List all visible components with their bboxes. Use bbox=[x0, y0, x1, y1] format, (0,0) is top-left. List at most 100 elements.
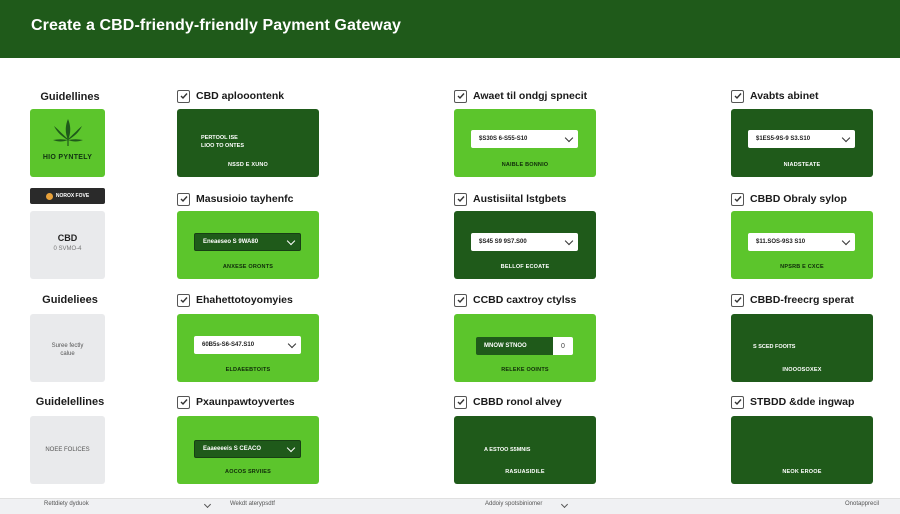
check-icon bbox=[180, 399, 188, 406]
checkbox[interactable] bbox=[177, 89, 190, 103]
chevron-down-icon[interactable] bbox=[560, 500, 569, 509]
check-icon bbox=[180, 196, 188, 203]
checkbox[interactable] bbox=[731, 192, 744, 206]
option-label: CBBD ronol alvey bbox=[473, 396, 562, 408]
option-label: CBBD-freecrg sperat bbox=[750, 294, 854, 306]
check-icon bbox=[457, 196, 465, 203]
card-note: PERTOOL ISE LIOO TO ONTES bbox=[201, 134, 244, 150]
select-value: Eaaeeeeis S CEACO bbox=[203, 446, 262, 452]
check-icon bbox=[734, 399, 742, 406]
chevron-down-icon bbox=[564, 133, 574, 142]
option-row-1-1[interactable]: CBD aplooontenk bbox=[177, 89, 284, 103]
chevron-down-icon bbox=[287, 339, 297, 348]
option-row-1-3[interactable]: Ehahettotoyomyies bbox=[177, 293, 293, 307]
check-icon bbox=[734, 196, 742, 203]
footer-item-2[interactable]: Wekdt aterypsdtf bbox=[230, 501, 275, 507]
sidebar-card-title: CBD bbox=[57, 233, 78, 243]
option-row-3-2[interactable]: CBBD Obraly sylop bbox=[731, 192, 847, 206]
checkbox[interactable] bbox=[177, 395, 190, 409]
badge-pill[interactable]: NOROX FOVE bbox=[30, 188, 105, 204]
card-note: S SCED FOOITS bbox=[753, 344, 796, 350]
option-label: Awaet til ondgj spnecit bbox=[473, 90, 588, 102]
option-row-1-4[interactable]: Pxaunpawtoyvertes bbox=[177, 395, 295, 409]
option-label: Avabts abinet bbox=[750, 90, 819, 102]
chevron-down-icon bbox=[841, 236, 851, 245]
option-card-3-3[interactable]: S SCED FOOITS INOOOSOXEX bbox=[731, 314, 873, 382]
amount-select[interactable]: $S45 S9 9S7.S00 bbox=[471, 233, 578, 251]
option-card-3-1[interactable]: $1ES5-9S-9 S3.S10 NIADSTEATE bbox=[731, 109, 873, 177]
option-card-1-1[interactable]: PERTOOL ISE LIOO TO ONTES NSSD E XUNO bbox=[177, 109, 319, 177]
footer-bar: Rettdiety dyduok Wekdt aterypsdtf Addoiy… bbox=[0, 498, 900, 514]
card-caption: RELEKE OOINTS bbox=[501, 367, 549, 373]
cbd-logo-card[interactable]: HIO PYNTELY bbox=[30, 109, 105, 177]
select-value: $S45 S9 9S7.S00 bbox=[479, 239, 527, 245]
select-value: $S30S 6-S55-S10 bbox=[479, 136, 528, 142]
check-icon bbox=[734, 93, 742, 100]
option-row-2-2[interactable]: Austisiital lstgbets bbox=[454, 192, 566, 206]
option-label: Masusioio tayhenfc bbox=[196, 193, 294, 205]
chevron-down-icon[interactable] bbox=[203, 500, 212, 509]
option-row-1-2[interactable]: Masusioio tayhenfc bbox=[177, 192, 293, 206]
card-caption: RASUASIDILE bbox=[505, 469, 545, 475]
amount-select[interactable]: $S30S 6-S55-S10 bbox=[471, 130, 578, 148]
card-note: A ESTOO S5MNIS bbox=[484, 447, 531, 453]
option-label: Ehahettotoyomyies bbox=[196, 294, 293, 306]
option-card-2-1[interactable]: $S30S 6-S55-S10 NAIBLE BONNIO bbox=[454, 109, 596, 177]
checkbox[interactable] bbox=[177, 192, 190, 206]
checkbox[interactable] bbox=[454, 89, 467, 103]
sidebar-card-3[interactable]: NOEE FOLICES bbox=[30, 416, 105, 484]
split-input-suffix[interactable]: 0 bbox=[553, 337, 573, 355]
card-caption: NPSRB E CXCE bbox=[780, 264, 824, 270]
sidebar-card-cbd[interactable]: CBD 0 SVMO-4 bbox=[30, 211, 105, 279]
option-row-3-3[interactable]: CBBD-freecrg sperat bbox=[731, 293, 854, 307]
option-card-3-4[interactable]: NEOK EROOE bbox=[731, 416, 873, 484]
chevron-down-icon bbox=[286, 236, 296, 245]
option-row-2-4[interactable]: CBBD ronol alvey bbox=[454, 395, 562, 409]
footer-item-3[interactable]: Addoiy spotsbiniomer bbox=[485, 501, 542, 507]
option-card-2-2[interactable]: $S45 S9 9S7.S00 BELLOF ECOATE bbox=[454, 211, 596, 279]
option-row-2-1[interactable]: Awaet til ondgj spnecit bbox=[454, 89, 587, 103]
option-card-3-2[interactable]: $11.SOS-9S3 S10 NPSRB E CXCE bbox=[731, 211, 873, 279]
checkbox[interactable] bbox=[731, 395, 744, 409]
option-card-2-3[interactable]: MNOW STNOO 0 RELEKE OOINTS bbox=[454, 314, 596, 382]
option-card-1-3[interactable]: 60B5s-S6-S47.S10 ELDAEEBTOITS bbox=[177, 314, 319, 382]
chevron-down-icon bbox=[841, 133, 851, 142]
check-icon bbox=[180, 297, 188, 304]
amount-select[interactable]: $11.SOS-9S3 S10 bbox=[748, 233, 855, 251]
option-row-2-3[interactable]: CCBD caxtroy ctylss bbox=[454, 293, 576, 307]
sidebar-card-text: NOEE FOLICES bbox=[45, 447, 90, 453]
amount-select[interactable]: Eneaeseo S 9WA80 bbox=[194, 233, 301, 251]
split-input[interactable]: MNOW STNOO 0 bbox=[476, 337, 573, 355]
chevron-down-icon bbox=[286, 443, 296, 452]
badge-dot-icon bbox=[45, 192, 53, 200]
sidebar-card-2[interactable]: Suree fectly calue bbox=[30, 314, 105, 382]
option-row-3-4[interactable]: STBDD &dde ingwap bbox=[731, 395, 854, 409]
checkbox[interactable] bbox=[731, 89, 744, 103]
check-icon bbox=[457, 399, 465, 406]
option-row-3-1[interactable]: Avabts abinet bbox=[731, 89, 818, 103]
checkbox[interactable] bbox=[454, 293, 467, 307]
checkbox[interactable] bbox=[731, 293, 744, 307]
card-caption: AOCOS SRVIIES bbox=[225, 469, 271, 475]
select-value: $11.SOS-9S3 S10 bbox=[756, 239, 806, 245]
checkbox[interactable] bbox=[454, 192, 467, 206]
option-label: Austisiital lstgbets bbox=[473, 193, 567, 205]
footer-item-1[interactable]: Rettdiety dyduok bbox=[44, 501, 89, 507]
card-caption: NIADSTEATE bbox=[783, 162, 821, 168]
footer-item-4[interactable]: Onotapprecil bbox=[845, 501, 879, 507]
amount-select[interactable]: Eaaeeeeis S CEACO bbox=[194, 440, 301, 458]
card-note-line2: LIOO TO ONTES bbox=[201, 143, 244, 149]
select-value: 60B5s-S6-S47.S10 bbox=[202, 342, 255, 348]
checkbox[interactable] bbox=[454, 395, 467, 409]
option-label: CBD aplooontenk bbox=[196, 90, 285, 102]
option-card-2-4[interactable]: A ESTOO S5MNIS RASUASIDILE bbox=[454, 416, 596, 484]
amount-select[interactable]: 60B5s-S6-S47.S10 bbox=[194, 336, 301, 354]
sidebar-heading-3: Guidelellines bbox=[35, 396, 105, 408]
card-caption: NEOK EROOE bbox=[782, 469, 822, 475]
option-card-1-4[interactable]: Eaaeeeeis S CEACO AOCOS SRVIIES bbox=[177, 416, 319, 484]
page-title: Create a CBD-friendy-friendly Payment Ga… bbox=[31, 17, 401, 34]
check-icon bbox=[457, 93, 465, 100]
checkbox[interactable] bbox=[177, 293, 190, 307]
option-card-1-2[interactable]: Eneaeseo S 9WA80 ANXESE ORONTS bbox=[177, 211, 319, 279]
amount-select[interactable]: $1ES5-9S-9 S3.S10 bbox=[748, 130, 855, 148]
